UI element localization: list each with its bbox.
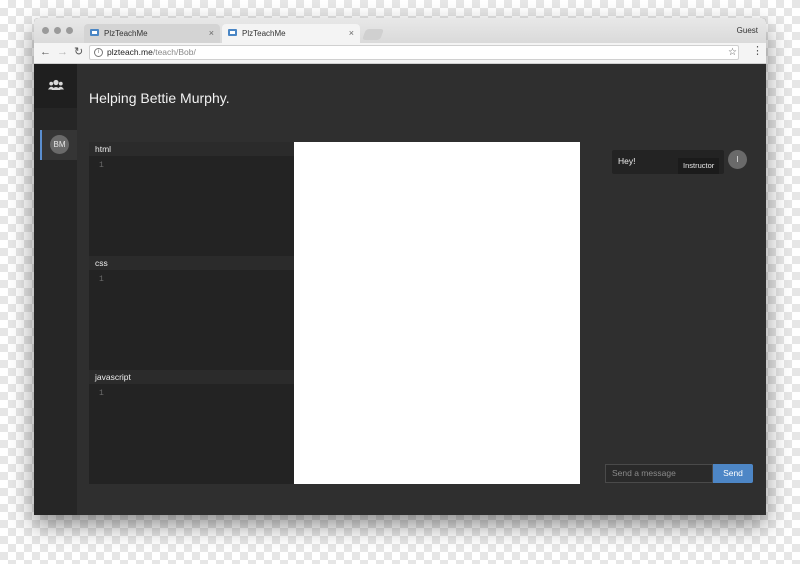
editor-label: javascript xyxy=(89,370,294,384)
forward-arrow-icon[interactable]: → xyxy=(57,46,68,59)
line-number: 1 xyxy=(99,389,104,398)
profile-label[interactable]: Guest xyxy=(737,26,758,35)
minimize-window-button[interactable] xyxy=(54,27,61,34)
app-content: BM Helping Bettie Murphy. html 1 css 1 j… xyxy=(34,64,766,515)
message-input[interactable]: Send a message xyxy=(605,464,713,483)
title-bar: PlzTeachMe × PlzTeachMe × Guest xyxy=(34,18,766,43)
html-editor[interactable]: html 1 xyxy=(89,142,294,256)
sidebar-header[interactable] xyxy=(34,64,77,108)
browser-window: PlzTeachMe × PlzTeachMe × Guest ← → ↻ i … xyxy=(34,18,766,515)
tab-favicon-icon xyxy=(228,29,237,36)
tab-title: PlzTeachMe xyxy=(104,29,148,38)
tab-title: PlzTeachMe xyxy=(242,29,286,38)
browser-tab-1[interactable]: PlzTeachMe × xyxy=(84,24,220,43)
reload-icon[interactable]: ↻ xyxy=(74,46,83,59)
editor-label: css xyxy=(89,256,294,270)
browser-toolbar: ← → ↻ i plzteach.me/teach/Bob/ ☆ ⋮ xyxy=(34,43,766,64)
line-number: 1 xyxy=(99,275,104,284)
tab-favicon-icon xyxy=(90,29,99,36)
tab-close-icon[interactable]: × xyxy=(349,28,354,38)
preview-pane[interactable] xyxy=(294,142,580,484)
chat-message: Hey! Instructor xyxy=(612,150,724,174)
page-title: Helping Bettie Murphy. xyxy=(89,90,230,106)
css-editor[interactable]: css 1 xyxy=(89,256,294,370)
avatar: BM xyxy=(50,135,69,154)
sidebar: BM xyxy=(34,64,77,515)
tab-close-icon[interactable]: × xyxy=(209,28,214,38)
chat-sender-role: Instructor xyxy=(678,158,720,174)
chat-message-text: Hey! xyxy=(618,156,636,166)
users-icon xyxy=(48,79,64,90)
avatar: I xyxy=(728,150,747,169)
bookmark-star-icon[interactable]: ☆ xyxy=(728,46,737,59)
address-bar[interactable]: i plzteach.me/teach/Bob/ xyxy=(89,45,739,60)
close-window-button[interactable] xyxy=(42,27,49,34)
url-host: plzteach.me xyxy=(107,47,153,57)
url-path: /teach/Bob/ xyxy=(152,47,196,57)
back-arrow-icon[interactable]: ← xyxy=(40,46,51,59)
browser-tab-2[interactable]: PlzTeachMe × xyxy=(222,24,360,43)
line-number: 1 xyxy=(99,161,104,170)
new-tab-button[interactable] xyxy=(361,29,385,40)
menu-icon[interactable]: ⋮ xyxy=(752,45,763,58)
editor-label: html xyxy=(89,142,294,156)
sidebar-item-student[interactable]: BM xyxy=(40,130,77,160)
info-icon[interactable]: i xyxy=(94,48,103,57)
maximize-window-button[interactable] xyxy=(66,27,73,34)
javascript-editor[interactable]: javascript 1 xyxy=(89,370,294,484)
send-button[interactable]: Send xyxy=(713,464,753,483)
